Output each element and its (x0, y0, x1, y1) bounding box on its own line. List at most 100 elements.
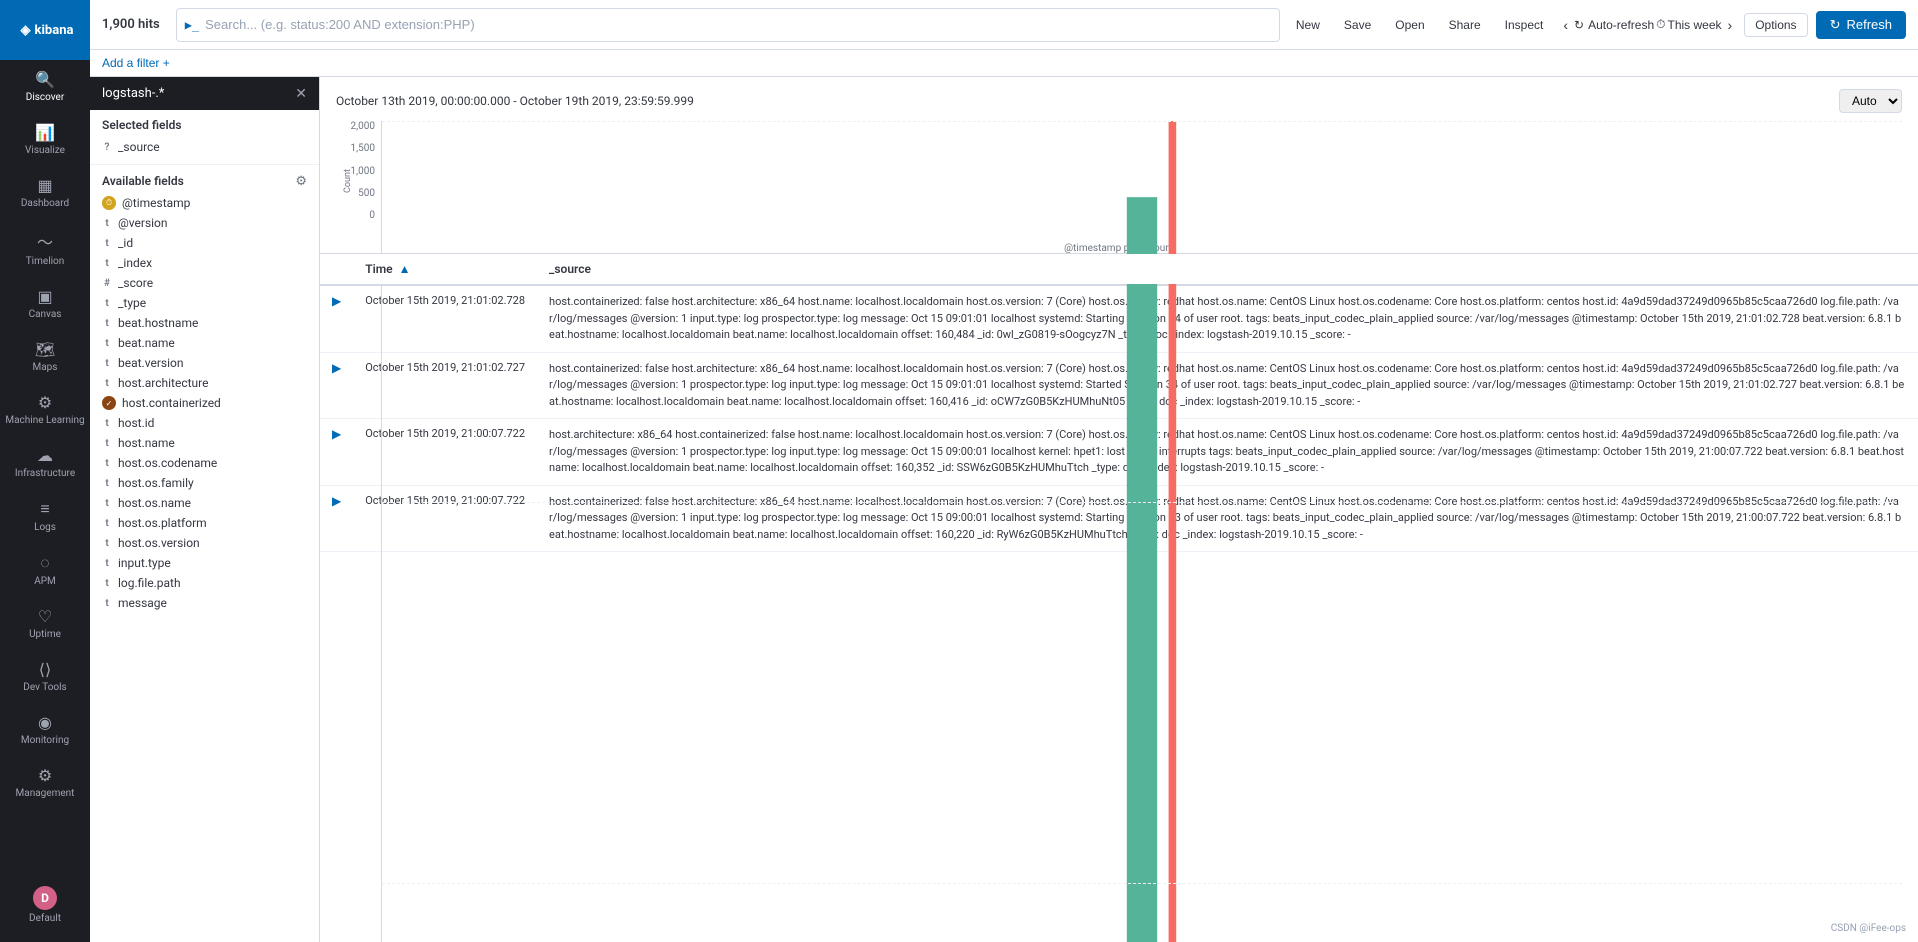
source-col-header: _source (537, 254, 1918, 285)
dashboard-icon: ▦ (37, 176, 52, 195)
sidebar-item-management[interactable]: ⚙ Management (0, 756, 90, 809)
field-row-input-type[interactable]: t input.type (102, 553, 307, 573)
sidebar-item-label: Dashboard (21, 198, 69, 209)
week-label: This week (1668, 18, 1722, 32)
date-icon: ⏱ (102, 196, 116, 210)
field-row-type[interactable]: t _type (102, 293, 307, 313)
autorefresh-button[interactable]: ↻ Auto-refresh (1574, 18, 1654, 32)
field-type: t (102, 458, 112, 469)
autorefresh-label: Auto-refresh (1588, 18, 1654, 32)
chart-plot-area: 2019-10-13 08:00 2019-10-14 08:00 2019-1… (381, 121, 1902, 241)
field-type: t (102, 498, 112, 509)
y-label: 1,500 (351, 143, 375, 154)
field-row-timestamp[interactable]: ⏱ @timestamp (102, 193, 307, 213)
devtools-icon: ⟨⟩ (39, 660, 51, 679)
prev-arrow[interactable]: ‹ (1559, 15, 1572, 35)
y-label: 2,000 (351, 121, 375, 132)
search-input[interactable] (205, 17, 1271, 32)
sidebar-item-discover[interactable]: 🔍 Discover (0, 60, 90, 113)
field-row-beat-version[interactable]: t beat.version (102, 353, 307, 373)
ml-icon: ⚙ (38, 393, 52, 412)
field-name: host.os.name (118, 496, 191, 510)
next-arrow[interactable]: › (1724, 15, 1737, 35)
chart-container: 2,000 1,500 1,000 500 0 (336, 121, 1902, 241)
time-col-header[interactable]: Time ▲ (353, 254, 537, 285)
clock-icon: ⏱ (1656, 17, 1665, 32)
main-content: 1,900 hits ▶_ New Save Open Share Inspec… (90, 0, 1918, 942)
sidebar-item-maps[interactable]: 🗺 Maps (0, 330, 90, 383)
field-row-host-id[interactable]: t host.id (102, 413, 307, 433)
y-label: 0 (369, 210, 375, 221)
add-filter-button[interactable]: Add a filter + (102, 56, 170, 70)
canvas-icon: ▣ (37, 287, 52, 306)
logo[interactable]: ◈ kibana (0, 0, 90, 60)
share-button[interactable]: Share (1441, 14, 1489, 36)
sidebar-item-dev-tools[interactable]: ⟨⟩ Dev Tools (0, 650, 90, 703)
sidebar-item-dashboard[interactable]: ▦ Dashboard (0, 166, 90, 219)
default-avatar: D (33, 886, 57, 910)
infra-icon: ☁ (37, 446, 53, 465)
field-type: ? (102, 142, 112, 153)
sidebar-item-timelion[interactable]: 〜 Timelion (0, 219, 90, 277)
field-name: host.os.codename (118, 456, 217, 470)
right-panel: October 13th 2019, 00:00:00.000 - Octobe… (320, 77, 1918, 942)
field-name: host.containerized (122, 396, 221, 410)
field-row-host-os-version[interactable]: t host.os.version (102, 533, 307, 553)
sidebar-item-uptime[interactable]: ♡ Uptime (0, 597, 90, 650)
field-row-message[interactable]: t message (102, 593, 307, 613)
field-row-beat-name[interactable]: t beat.name (102, 333, 307, 353)
field-type: t (102, 418, 112, 429)
expand-button[interactable]: ▶ (332, 294, 341, 308)
sidebar-item-infrastructure[interactable]: ☁ Infrastructure (0, 436, 90, 489)
field-item-source[interactable]: ? _source (102, 138, 307, 156)
field-row-index[interactable]: t _index (102, 253, 307, 273)
expand-button[interactable]: ▶ (332, 494, 341, 508)
sidebar-item-label: Logs (34, 522, 56, 533)
field-row-host-containerized[interactable]: ✓ host.containerized (102, 393, 307, 413)
sidebar-item-canvas[interactable]: ▣ Canvas (0, 277, 90, 330)
field-row-beat-hostname[interactable]: t beat.hostname (102, 313, 307, 333)
field-row-host-os-platform[interactable]: t host.os.platform (102, 513, 307, 533)
index-name: logstash-.* (102, 86, 164, 101)
field-row-log-file-path[interactable]: t log.file.path (102, 573, 307, 593)
discover-icon: 🔍 (35, 70, 55, 89)
chart-area: October 13th 2019, 00:00:00.000 - Octobe… (320, 77, 1918, 254)
logs-icon: ≡ (40, 499, 49, 519)
save-button[interactable]: Save (1336, 14, 1379, 36)
field-row-host-os-codename[interactable]: t host.os.codename (102, 453, 307, 473)
sidebar-item-machine-learning[interactable]: ⚙ Machine Learning (0, 383, 90, 436)
inspect-button[interactable]: Inspect (1497, 14, 1552, 36)
sidebar-item-label: Infrastructure (15, 468, 75, 479)
field-row-host-os-family[interactable]: t host.os.family (102, 473, 307, 493)
week-button[interactable]: This week (1668, 18, 1722, 32)
expand-button[interactable]: ▶ (332, 427, 341, 441)
sidebar-item-monitoring[interactable]: ◉ Monitoring (0, 703, 90, 756)
sidebar: ◈ kibana 🔍 Discover 📊 Visualize ▦ Dashbo… (0, 0, 90, 942)
field-row-version[interactable]: t @version (102, 213, 307, 233)
field-type: t (102, 478, 112, 489)
field-row-score[interactable]: # _score (102, 273, 307, 293)
sidebar-item-default[interactable]: D Default (0, 876, 90, 934)
sidebar-item-logs[interactable]: ≡ Logs (0, 489, 90, 543)
logo-label: kibana (35, 23, 74, 38)
field-name: beat.name (118, 336, 175, 350)
field-row-host-arch[interactable]: t host.architecture (102, 373, 307, 393)
gear-button[interactable]: ⚙ (295, 173, 307, 189)
refresh-icon: ↻ (1574, 18, 1584, 32)
field-row-id[interactable]: t _id (102, 233, 307, 253)
field-row-host-os-name[interactable]: t host.os.name (102, 493, 307, 513)
new-button[interactable]: New (1288, 14, 1328, 36)
search-bar: ▶_ (176, 8, 1280, 42)
expand-button[interactable]: ▶ (332, 361, 341, 375)
refresh-button[interactable]: ↻ Refresh (1816, 11, 1906, 39)
time-col-label: Time (365, 262, 392, 276)
field-row-host-name[interactable]: t host.name (102, 433, 307, 453)
sidebar-item-visualize[interactable]: 📊 Visualize (0, 113, 90, 166)
field-type: t (102, 318, 112, 329)
open-button[interactable]: Open (1387, 14, 1432, 36)
index-close-button[interactable]: ✕ (295, 85, 307, 102)
field-name: host.architecture (118, 376, 208, 390)
options-button[interactable]: Options (1744, 13, 1807, 37)
chart-interval-select[interactable]: Auto (1839, 89, 1902, 113)
sidebar-item-apm[interactable]: ◌ APM (0, 543, 90, 597)
